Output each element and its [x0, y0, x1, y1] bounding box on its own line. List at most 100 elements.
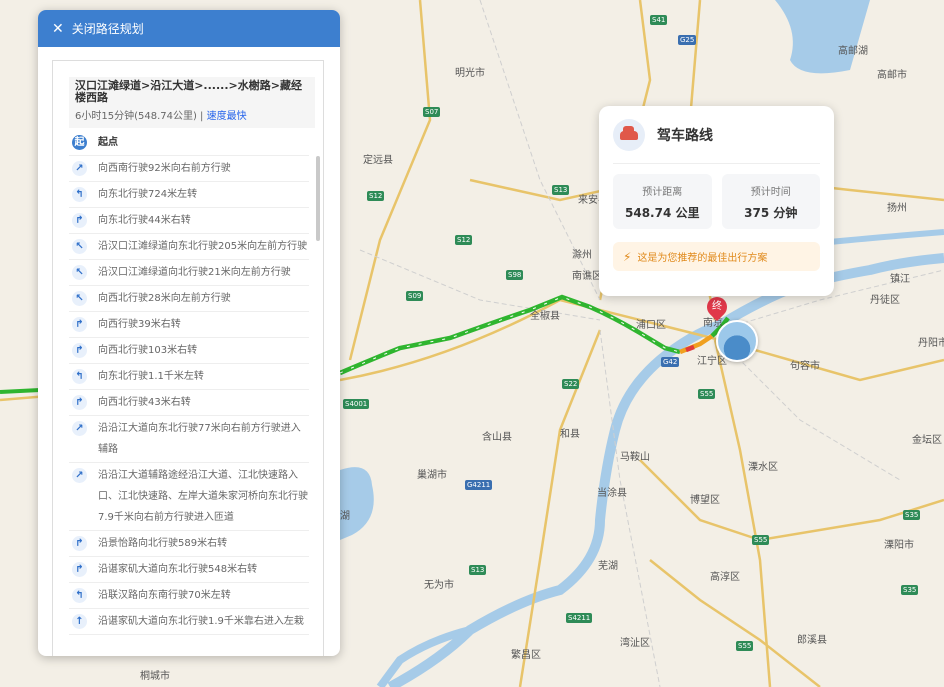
divider [613, 163, 820, 164]
route-step-text: 沿景怡路向北行驶589米右转 [98, 538, 228, 549]
route-step[interactable]: ↗ 沿沿江大道向东北行驶77米向右前方行驶进入辅路 [69, 416, 309, 463]
route-step[interactable]: ↰ 向东北行驶724米左转 [69, 182, 309, 208]
map-place-label[interactable]: 句容市 [790, 357, 820, 372]
route-step-text: 沿沿江大道辅路途经沿江大道、江北快速路入口、江北快速路、左岸大道朱家河桥向东北行… [98, 470, 308, 523]
driving-route-card: 驾车路线 预计距离 548.74 公里 预计时间 375 分钟 ⚡ 这是为您推荐… [599, 106, 834, 296]
end-marker-label: 终 [712, 301, 722, 312]
route-step[interactable]: ↰ 向东北行驶1.1千米左转 [69, 364, 309, 390]
close-route-planning-label: 关闭路径规划 [71, 22, 144, 36]
route-step-start[interactable]: 起起点 [69, 130, 309, 156]
route-step[interactable]: ↖ 向西北行驶28米向左前方行驶 [69, 286, 309, 312]
route-detail-box[interactable]: 汉口江滩绿道>沿江大道>......>水榭路>藏经楼西路 6小时15分钟(548… [52, 60, 324, 656]
map-place-label[interactable]: 高邮湖 [838, 42, 868, 57]
route-step[interactable]: ↱ 沿景怡路向北行驶589米右转 [69, 531, 309, 557]
car-icon [613, 119, 645, 151]
road-shield: S22 [562, 379, 580, 389]
end-marker[interactable]: 终 [702, 292, 732, 322]
map-place-label[interactable]: 定远县 [363, 151, 393, 166]
map-place-label[interactable]: 明光市 [455, 64, 485, 79]
road-shield: S12 [367, 191, 385, 201]
map-place-label[interactable]: 马鞍山 [620, 448, 650, 463]
close-icon: ✕ [52, 20, 64, 37]
route-step[interactable]: ↗ 沿沿江大道辅路途经沿江大道、江北快速路入口、江北快速路、左岸大道朱家河桥向东北… [69, 463, 309, 531]
route-tag-link[interactable]: 速度最快 [207, 111, 247, 122]
route-duration-distance: 6小时15分钟(548.74公里) | [75, 111, 207, 122]
time-label: 预计时间 [750, 187, 791, 198]
turn-right-icon: ↱ [72, 213, 87, 228]
map-place-label[interactable]: 丹阳市 [918, 334, 944, 349]
map-place-label[interactable]: 扬州 [887, 199, 907, 214]
route-step[interactable]: ↱ 向西北行驶103米右转 [69, 338, 309, 364]
turn-left-front-icon: ↖ [72, 265, 87, 280]
map-place-label[interactable]: 桐城市 [140, 667, 170, 682]
close-route-planning-button[interactable]: ✕ 关闭路径规划 [38, 10, 340, 47]
destination-photo[interactable] [716, 320, 758, 362]
map-place-label[interactable]: 南谯区 [572, 267, 602, 282]
map-place-label[interactable]: 溧阳市 [884, 536, 914, 551]
route-step[interactable]: ↱ 向西北行驶43米右转 [69, 390, 309, 416]
turn-left-icon: ↰ [72, 187, 87, 202]
route-step[interactable]: ↱ 沿谌家矶大道向东北行驶548米右转 [69, 557, 309, 583]
map-place-label[interactable]: 繁昌区 [511, 646, 541, 661]
road-shield: S35 [901, 585, 919, 595]
turn-left-icon: ↰ [72, 369, 87, 384]
turn-left-icon: ↰ [72, 588, 87, 603]
road-shield: S07 [423, 107, 441, 117]
route-panel: ✕ 关闭路径规划 汉口江滩绿道>沿江大道>......>水榭路>藏经楼西路 6小… [38, 10, 340, 656]
map-place-label[interactable]: 无为市 [424, 576, 454, 591]
route-steps-list: 起起点 ↗ 向西南行驶92米向右前方行驶 ↰ 向东北行驶724米左转 ↱ 向东北行驶44米右… [69, 130, 309, 635]
map-place-label[interactable]: 滁州 [572, 246, 592, 261]
map-place-label[interactable]: 高邮市 [877, 66, 907, 81]
route-step[interactable]: ↑ 沿谌家矶大道向东北行驶1.9千米靠右进入左栽 [69, 609, 309, 635]
route-step[interactable]: ↱ 向西行驶39米右转 [69, 312, 309, 338]
route-step-text: 向西南行驶92米向右前方行驶 [98, 163, 231, 174]
map-place-label[interactable]: 当涂县 [597, 484, 627, 499]
map-place-label[interactable]: 芜湖 [598, 557, 618, 572]
road-shield: S4001 [343, 399, 370, 409]
road-shield: S09 [406, 291, 424, 301]
map-place-label[interactable]: 含山县 [482, 428, 512, 443]
turn-right-front-icon: ↗ [72, 421, 87, 436]
turn-right-icon: ↱ [72, 317, 87, 332]
route-step[interactable]: ↖ 沿汉口江滩绿道向东北行驶205米向左前方行驶 [69, 234, 309, 260]
distance-value: 548.74 公里 [625, 206, 700, 220]
map-place-label[interactable]: 巢湖市 [417, 466, 447, 481]
map-place-label[interactable]: 高淳区 [710, 568, 740, 583]
distance-label: 预计距离 [642, 187, 683, 198]
route-line-slow [685, 344, 695, 353]
turn-right-icon: ↱ [72, 536, 87, 551]
map-place-label[interactable]: 丹徒区 [870, 291, 900, 306]
map-place-label[interactable]: 和县 [560, 425, 580, 440]
route-step-text: 沿联汉路向东南行驶70米左转 [98, 590, 231, 601]
map-place-label[interactable]: 郎溪县 [797, 631, 827, 646]
map-place-label[interactable]: 博望区 [690, 491, 720, 506]
route-step[interactable]: ↰ 沿联汉路向东南行驶70米左转 [69, 583, 309, 609]
map-place-label[interactable]: 湖 [340, 507, 350, 522]
route-summary[interactable]: 汉口江滩绿道>沿江大道>......>水榭路>藏经楼西路 6小时15分钟(548… [69, 77, 315, 128]
route-step-text: 沿汉口江滩绿道向东北行驶205米向左前方行驶 [98, 241, 308, 252]
turn-right-icon: ↱ [72, 395, 87, 410]
route-step-text: 向西行驶39米右转 [98, 319, 181, 330]
turn-left-front-icon: ↖ [72, 239, 87, 254]
route-step[interactable]: ↖ 沿汉口江滩绿道向北行驶21米向左前方行驶 [69, 260, 309, 286]
road-shield: S55 [752, 535, 770, 545]
map-place-label[interactable]: 镇江 [890, 270, 910, 285]
time-stat: 预计时间 375 分钟 [721, 174, 820, 229]
map-place-label[interactable]: 全椒县 [530, 307, 560, 322]
turn-right-front-icon: ↗ [72, 161, 87, 176]
recommendation-text: 这是为您推荐的最佳出行方案 [637, 253, 768, 264]
route-step[interactable]: ↱ 向东北行驶44米右转 [69, 208, 309, 234]
route-step-text: 起点 [98, 137, 118, 148]
road-shield: S13 [469, 565, 487, 575]
scrollbar[interactable] [316, 156, 320, 241]
route-step[interactable]: ↗ 向西南行驶92米向右前方行驶 [69, 156, 309, 182]
turn-right-icon: ↱ [72, 343, 87, 358]
recommendation-tip: ⚡ 这是为您推荐的最佳出行方案 [613, 242, 820, 271]
route-step-text: 沿汉口江滩绿道向北行驶21米向左前方行驶 [98, 267, 291, 278]
map-place-label[interactable]: 溧水区 [748, 458, 778, 473]
map-place-label[interactable]: 浦口区 [636, 316, 666, 331]
map-place-label[interactable]: 金坛区 [912, 431, 942, 446]
road-shield: G4211 [465, 480, 493, 490]
route-step-text: 向西北行驶43米右转 [98, 397, 191, 408]
map-place-label[interactable]: 湾沚区 [620, 634, 650, 649]
